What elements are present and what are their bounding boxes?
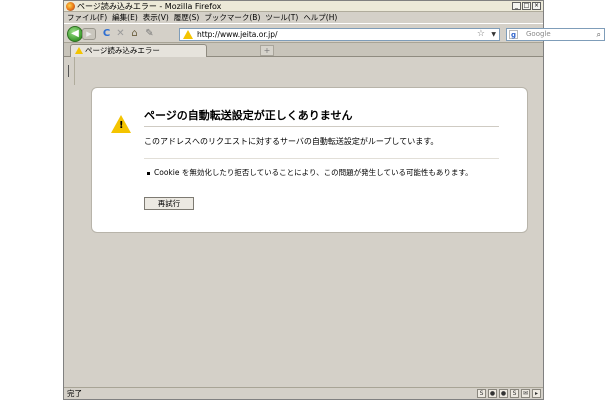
- error-title: ページの自動転送設定が正しくありません: [144, 109, 499, 127]
- stop-icon[interactable]: ✕: [115, 28, 126, 39]
- browser-window: ページ読み込みエラー - Mozilla Firefox _ □ × ファイル(…: [63, 0, 605, 400]
- divider: [144, 158, 499, 159]
- maximize-button[interactable]: □: [522, 2, 531, 10]
- status-icon-2[interactable]: ●: [488, 389, 497, 398]
- mail-icon[interactable]: ✉: [521, 389, 530, 398]
- url-text[interactable]: http://www.jeita.or.jp/: [197, 29, 278, 40]
- warning-mark: !: [119, 120, 124, 131]
- back-button[interactable]: ◀: [67, 26, 83, 42]
- tab-strip: ページ読み込みエラー +: [64, 43, 543, 57]
- search-bar[interactable]: g Google ⌕: [506, 28, 605, 41]
- close-button[interactable]: ×: [532, 2, 541, 10]
- new-tab-button[interactable]: +: [260, 45, 274, 56]
- edit-icon[interactable]: ✎: [144, 28, 155, 39]
- menu-edit[interactable]: 編集(E): [112, 12, 138, 23]
- error-panel: ! ページの自動転送設定が正しくありません このアドレスへのリクエストに対するサ…: [91, 87, 528, 233]
- menu-history[interactable]: 履歴(S): [174, 12, 200, 23]
- navigation-toolbar: ◀ ▶ C ✕ ⌂ ✎ http://www.jeita.or.jp/ ☆ ▼ …: [64, 23, 605, 43]
- status-icon-6[interactable]: ▸: [532, 389, 541, 398]
- status-text: 完了: [67, 389, 82, 398]
- status-icon-3[interactable]: ●: [499, 389, 508, 398]
- error-description: このアドレスへのリクエストに対するサーバの自動転送設定がループしています。: [144, 137, 439, 146]
- menu-file[interactable]: ファイル(F): [67, 12, 107, 23]
- google-icon[interactable]: g: [509, 30, 518, 39]
- error-suggestion-text: Cookie を無効化したり拒否していることにより、この問題が発生している可能性…: [154, 168, 473, 177]
- menu-tools[interactable]: ツール(T): [265, 12, 298, 23]
- bullet-icon: [147, 171, 150, 175]
- bookmark-star-icon[interactable]: ☆: [477, 29, 485, 40]
- tab-title: ページ読み込みエラー: [85, 46, 160, 55]
- firefox-icon: [66, 2, 75, 11]
- search-icon[interactable]: ⌕: [597, 29, 601, 40]
- retry-button[interactable]: 再試行: [144, 197, 194, 210]
- url-bar[interactable]: http://www.jeita.or.jp/ ☆ ▼: [179, 28, 500, 41]
- status-icons: S ● ● S ✉ ▸: [477, 389, 541, 398]
- status-icon-1[interactable]: S: [477, 389, 486, 398]
- window-title: ページ読み込みエラー - Mozilla Firefox: [77, 2, 222, 11]
- home-icon[interactable]: ⌂: [129, 28, 140, 39]
- title-bar: ページ読み込みエラー - Mozilla Firefox _ □ ×: [64, 1, 543, 12]
- error-suggestion: Cookie を無効化したり拒否していることにより、この問題が発生している可能性…: [147, 168, 473, 178]
- sidebar-handle[interactable]: [64, 57, 75, 85]
- warning-icon: [183, 30, 193, 39]
- minimize-button[interactable]: _: [512, 2, 521, 10]
- menu-bar: ファイル(F) 編集(E) 表示(V) 履歴(S) ブックマーク(B) ツール(…: [64, 12, 543, 23]
- search-placeholder[interactable]: Google: [526, 29, 551, 40]
- menu-bookmarks[interactable]: ブックマーク(B): [204, 12, 260, 23]
- menu-help[interactable]: ヘルプ(H): [303, 12, 337, 23]
- status-bar: 完了 S ● ● S ✉ ▸: [64, 387, 543, 399]
- page-content: ! ページの自動転送設定が正しくありません このアドレスへのリクエストに対するサ…: [64, 57, 543, 387]
- menu-view[interactable]: 表示(V): [143, 12, 169, 23]
- window-controls: _ □ ×: [512, 2, 541, 10]
- forward-button[interactable]: ▶: [82, 28, 96, 40]
- reload-icon[interactable]: C: [101, 28, 112, 39]
- warning-icon: [75, 47, 83, 54]
- url-dropdown-icon[interactable]: ▼: [491, 29, 496, 40]
- status-icon-4[interactable]: S: [510, 389, 519, 398]
- tab-error-page[interactable]: ページ読み込みエラー: [70, 44, 207, 57]
